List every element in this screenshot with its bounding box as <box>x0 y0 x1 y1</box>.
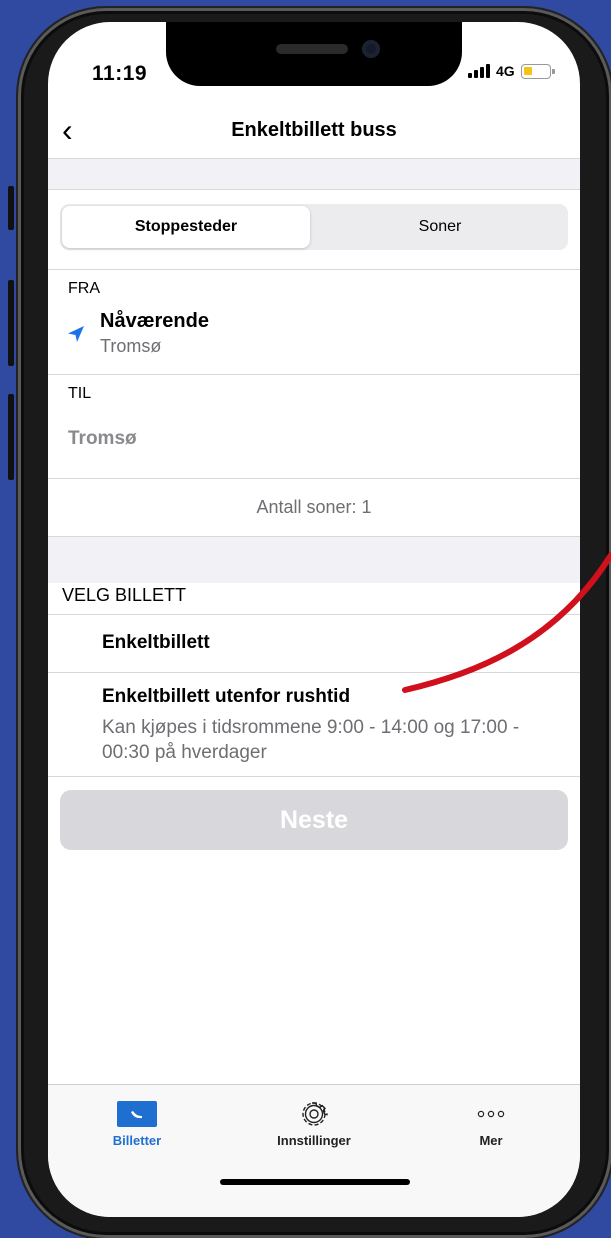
status-indicators: 4G <box>468 63 555 79</box>
tab-label: Innstillinger <box>277 1133 351 1148</box>
more-dots-icon <box>471 1101 511 1127</box>
divider <box>48 614 580 615</box>
divider <box>48 478 580 479</box>
ticket-option-title: Enkeltbillett utenfor rushtid <box>102 686 351 707</box>
divider <box>48 269 580 270</box>
section-spacer <box>48 159 580 190</box>
volume-up-button <box>8 280 14 366</box>
divider <box>48 374 580 375</box>
to-label: TIL <box>68 385 92 402</box>
tab-label: Mer <box>479 1133 503 1148</box>
battery-icon <box>520 63 555 79</box>
location-arrow-icon <box>68 326 84 342</box>
tab-label: Billetter <box>112 1133 162 1148</box>
ticket-option-description: Kan kjøpes i tidsrommene 9:00 - 14:00 og… <box>102 717 520 763</box>
zone-count: Antall soner: 1 <box>256 497 372 517</box>
navigation-bar: ‹ Enkeltbillett buss <box>48 110 580 156</box>
divider <box>48 776 580 777</box>
segmented-control: Stoppesteder Soner <box>60 204 568 250</box>
home-indicator <box>220 1179 410 1185</box>
speaker-grille <box>276 44 348 54</box>
tab-innstillinger[interactable]: Innstillinger <box>254 1101 374 1148</box>
segment-stoppesteder[interactable]: Stoppesteder <box>62 206 310 248</box>
next-button[interactable]: Neste <box>60 790 568 850</box>
to-value: Tromsø <box>68 428 137 449</box>
tab-mer[interactable]: Mer <box>431 1101 551 1148</box>
ticket-option-title: Enkeltbillett <box>102 632 210 653</box>
gear-icon <box>294 1101 334 1127</box>
page-title: Enkeltbillett buss <box>231 119 397 141</box>
section-spacer <box>48 537 580 583</box>
front-camera <box>362 40 380 58</box>
tab-billetter[interactable]: Billetter <box>77 1101 197 1148</box>
notch <box>166 22 462 86</box>
mute-switch <box>8 186 14 230</box>
network-type: 4G <box>496 63 515 79</box>
from-label: FRA <box>68 280 100 297</box>
divider <box>48 672 580 673</box>
ticket-section-header: VELG BILLETT <box>62 585 187 605</box>
tab-bar: Billetter Innstillinger Mer <box>48 1084 580 1217</box>
volume-down-button <box>8 394 14 480</box>
ticket-icon <box>117 1101 157 1127</box>
signal-icon <box>468 64 490 78</box>
app-screen: 11:19 4G ‹ Enkeltbillett buss Stoppested… <box>48 22 580 1217</box>
status-time: 11:19 <box>92 62 148 85</box>
from-city: Tromsø <box>100 336 162 356</box>
segment-soner[interactable]: Soner <box>314 206 566 248</box>
from-current-location: Nåværende <box>100 310 209 332</box>
